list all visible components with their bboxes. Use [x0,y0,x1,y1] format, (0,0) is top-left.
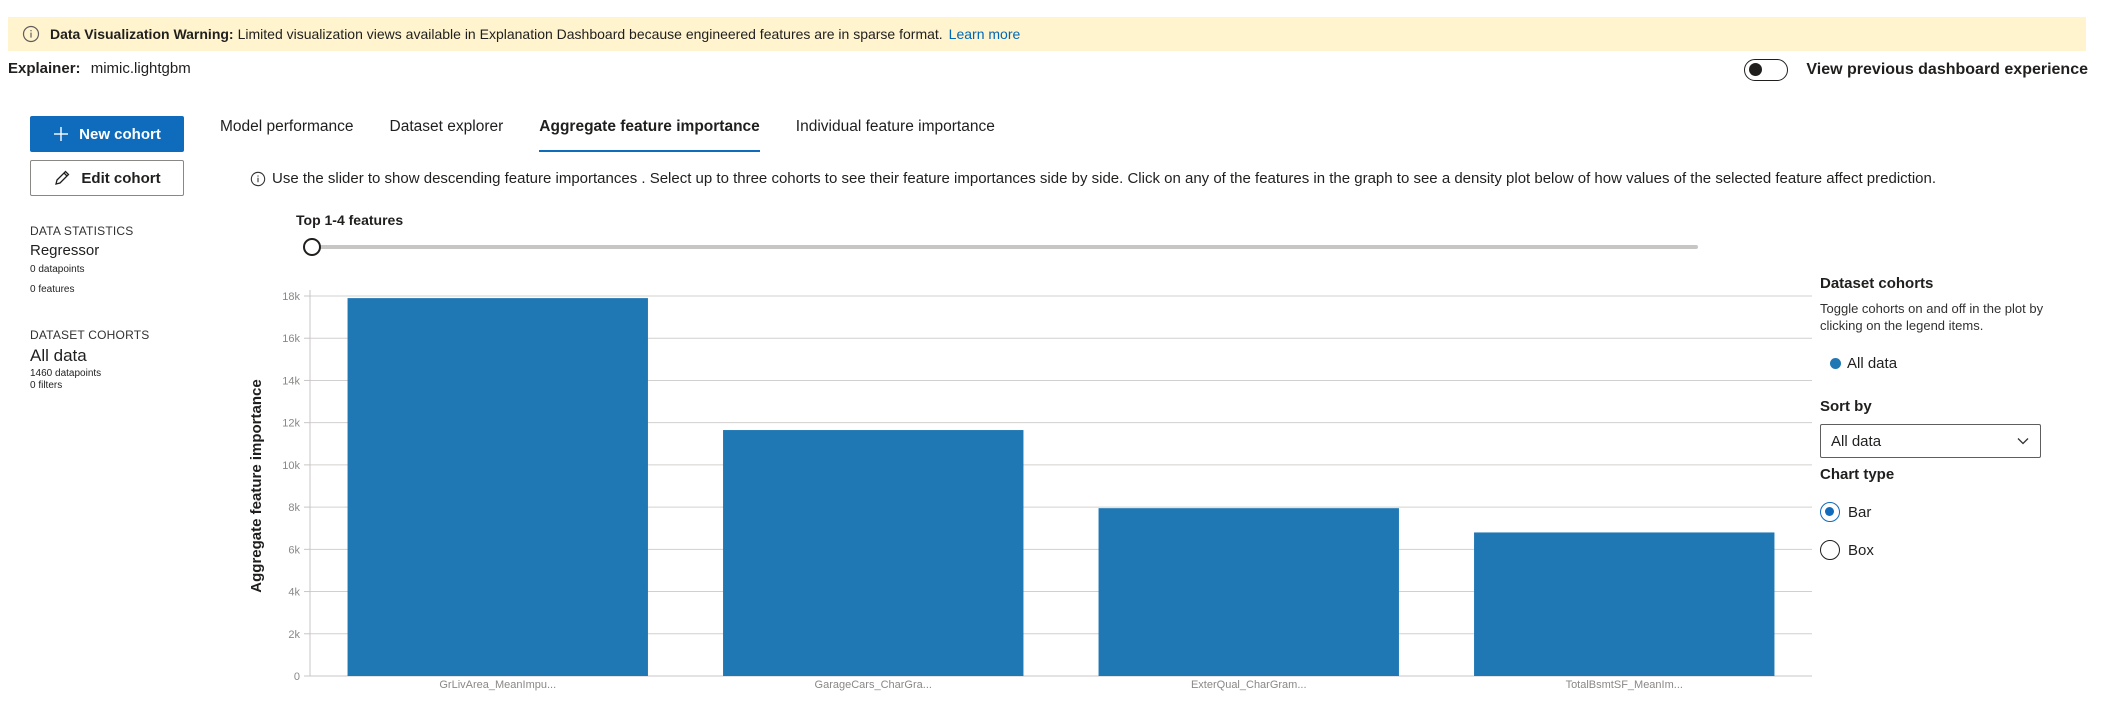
radio-bar[interactable] [1820,502,1840,522]
x-tick-label: ExterQual_CharGram... [1191,679,1307,691]
y-tick-label: 10k [282,460,300,472]
dataset-cohorts-title: Dataset cohorts [1820,275,1934,292]
y-tick-label: 2k [288,629,300,641]
chart-type-bar-option[interactable]: Bar [1820,502,1871,522]
y-tick-label: 18k [282,291,300,303]
y-tick-label: 14k [282,375,300,387]
chart-type-box-option[interactable]: Box [1820,540,1874,560]
radio-bar-label: Bar [1848,503,1872,521]
legend-swatch [1830,358,1841,369]
dataset-cohorts-description: Toggle cohorts on and off in the plot by… [1820,301,2044,333]
y-tick-label: 12k [282,418,300,430]
bar-1[interactable] [347,298,648,676]
chart-type-label: Chart type [1820,466,1895,483]
feature-importance-chart: 0 2k 4k 6k 8k 10k 12k 14k 16k 18k Aggregate featur… [248,290,1812,691]
bar-4[interactable] [1474,532,1775,676]
previous-experience-label: View previous dashboard experience [1806,61,2088,78]
x-tick-label: GarageCars_CharGra... [815,679,932,691]
y-tick-label: 4k [288,587,300,599]
y-tick-label: 0 [294,671,300,683]
y-tick-label: 8k [288,502,300,514]
legend-item-all-data[interactable]: All data [1830,355,1897,372]
radio-box[interactable] [1820,540,1840,560]
sort-by-dropdown[interactable]: All data [1820,424,2041,458]
bar-3[interactable] [1098,508,1399,676]
x-tick-label: GrLivArea_MeanImpu... [439,679,556,691]
y-axis-title: Aggregate feature importance [248,379,265,592]
y-tick-label: 16k [282,333,300,345]
y-tick-label: 6k [288,544,300,556]
sort-by-label: Sort by [1820,398,1872,415]
legend-label: All data [1847,355,1898,372]
radio-box-label: Box [1848,541,1874,559]
chevron-down-icon [2017,438,2029,445]
bar-2[interactable] [723,430,1024,676]
sort-by-value: All data [1831,432,1882,450]
x-tick-label: TotalBsmtSF_MeanIm... [1566,679,1683,691]
